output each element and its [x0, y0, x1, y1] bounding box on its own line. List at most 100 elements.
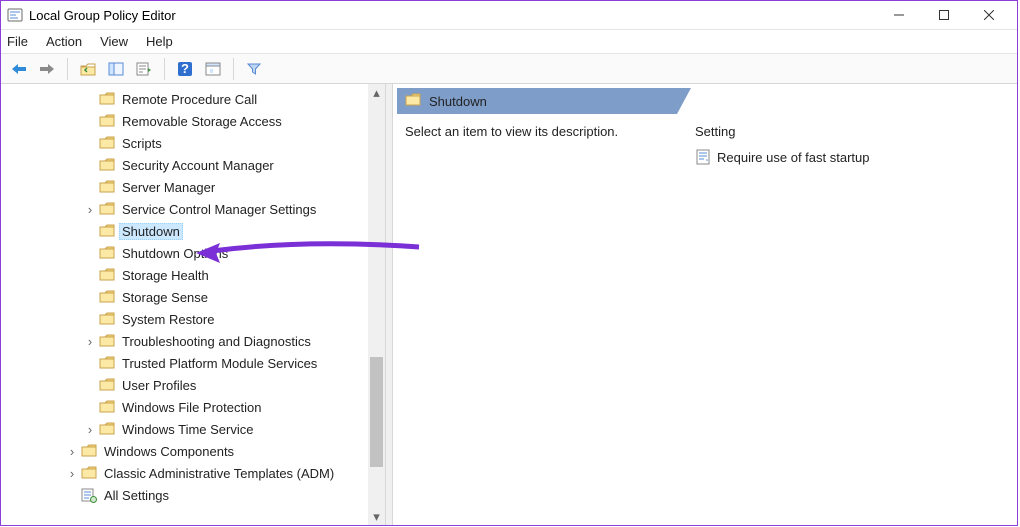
- tree-item-label: Shutdown: [119, 223, 183, 240]
- content: Remote Procedure Call Removable Storage A…: [1, 84, 1017, 525]
- expander-icon: [83, 180, 97, 194]
- folder-icon: [99, 201, 115, 217]
- folder-icon: [81, 465, 97, 481]
- folder-icon: [99, 421, 115, 437]
- toolbar-separator: [67, 58, 68, 80]
- tree-item[interactable]: System Restore: [1, 308, 385, 330]
- tree-item-label: Windows Time Service: [119, 421, 256, 438]
- expander-icon[interactable]: ›: [83, 202, 97, 216]
- tree-item-label: Classic Administrative Templates (ADM): [101, 465, 337, 482]
- expander-icon: [83, 290, 97, 304]
- expander-icon: [83, 378, 97, 392]
- menu-file[interactable]: File: [7, 34, 28, 49]
- scroll-thumb[interactable]: [370, 357, 383, 467]
- policy-icon: [695, 149, 711, 165]
- close-button[interactable]: [966, 1, 1011, 29]
- tree-item[interactable]: › Classic Administrative Templates (ADM): [1, 462, 385, 484]
- expander-icon[interactable]: ›: [83, 422, 97, 436]
- all-settings-icon: [81, 487, 97, 503]
- tree-item-label: Removable Storage Access: [119, 113, 285, 130]
- setting-label: Require use of fast startup: [717, 150, 869, 165]
- folder-icon: [99, 267, 115, 283]
- tree-item[interactable]: › Service Control Manager Settings: [1, 198, 385, 220]
- tree[interactable]: Remote Procedure Call Removable Storage A…: [1, 84, 385, 506]
- tree-item[interactable]: Windows File Protection: [1, 396, 385, 418]
- toolbar-separator: [164, 58, 165, 80]
- scroll-down-arrow[interactable]: ▾: [368, 508, 385, 525]
- properties-button[interactable]: [201, 57, 225, 81]
- tree-item[interactable]: All Settings: [1, 484, 385, 506]
- expander-icon: [83, 92, 97, 106]
- tree-item[interactable]: Trusted Platform Module Services: [1, 352, 385, 374]
- tree-item[interactable]: › Windows Time Service: [1, 418, 385, 440]
- setting-item[interactable]: Require use of fast startup: [695, 146, 1005, 168]
- toolbar: ?: [1, 54, 1017, 84]
- scroll-up-arrow[interactable]: ▴: [368, 84, 385, 101]
- tree-item-label: Remote Procedure Call: [119, 91, 260, 108]
- tree-pane: Remote Procedure Call Removable Storage A…: [1, 84, 385, 525]
- tree-scrollbar[interactable]: ▴ ▾: [368, 84, 385, 525]
- tree-item-label: Storage Sense: [119, 289, 211, 306]
- tree-item[interactable]: Storage Health: [1, 264, 385, 286]
- settings-column-header[interactable]: Setting: [695, 124, 1005, 146]
- folder-icon: [99, 113, 115, 129]
- expander-icon[interactable]: ›: [83, 334, 97, 348]
- tree-item[interactable]: Shutdown Options: [1, 242, 385, 264]
- app-icon: [7, 7, 23, 23]
- filter-button[interactable]: [242, 57, 266, 81]
- expander-icon: [83, 312, 97, 326]
- detail-heading: Shutdown: [397, 88, 677, 114]
- folder-icon: [99, 333, 115, 349]
- settings-list: Setting Require use of fast startup: [695, 124, 1005, 525]
- tree-item-label: Windows Components: [101, 443, 237, 460]
- tree-item[interactable]: Scripts: [1, 132, 385, 154]
- folder-icon: [99, 245, 115, 261]
- expander-icon[interactable]: ›: [65, 444, 79, 458]
- tree-item[interactable]: User Profiles: [1, 374, 385, 396]
- show-hide-tree-button[interactable]: [104, 57, 128, 81]
- expander-icon[interactable]: ›: [65, 466, 79, 480]
- folder-icon: [99, 157, 115, 173]
- tree-item[interactable]: Server Manager: [1, 176, 385, 198]
- tree-item-label: Shutdown Options: [119, 245, 231, 262]
- folder-icon: [99, 377, 115, 393]
- splitter[interactable]: [385, 84, 393, 525]
- maximize-button[interactable]: [921, 1, 966, 29]
- tree-item-label: User Profiles: [119, 377, 199, 394]
- menubar: File Action View Help: [1, 30, 1017, 54]
- scroll-track[interactable]: [368, 101, 385, 508]
- folder-icon: [99, 399, 115, 415]
- svg-text:?: ?: [181, 61, 189, 76]
- tree-item[interactable]: Shutdown: [1, 220, 385, 242]
- expander-icon: [83, 246, 97, 260]
- tree-item[interactable]: Storage Sense: [1, 286, 385, 308]
- expander-icon: [83, 136, 97, 150]
- tree-item[interactable]: Removable Storage Access: [1, 110, 385, 132]
- folder-icon: [99, 311, 115, 327]
- folder-icon: [81, 443, 97, 459]
- help-button[interactable]: ?: [173, 57, 197, 81]
- tree-item[interactable]: › Troubleshooting and Diagnostics: [1, 330, 385, 352]
- expander-icon: [83, 400, 97, 414]
- menu-action[interactable]: Action: [46, 34, 82, 49]
- menu-help[interactable]: Help: [146, 34, 173, 49]
- tree-item-label: Troubleshooting and Diagnostics: [119, 333, 314, 350]
- detail-heading-label: Shutdown: [429, 94, 487, 109]
- expander-icon: [65, 488, 79, 502]
- folder-icon: [99, 91, 115, 107]
- tree-item[interactable]: › Windows Components: [1, 440, 385, 462]
- tree-item[interactable]: Security Account Manager: [1, 154, 385, 176]
- menu-view[interactable]: View: [100, 34, 128, 49]
- back-button[interactable]: [7, 57, 31, 81]
- tree-item[interactable]: Remote Procedure Call: [1, 88, 385, 110]
- window: Local Group Policy Editor File Action Vi…: [0, 0, 1018, 526]
- forward-button[interactable]: [35, 57, 59, 81]
- expander-icon: [83, 356, 97, 370]
- up-folder-button[interactable]: [76, 57, 100, 81]
- tree-item-label: Security Account Manager: [119, 157, 277, 174]
- expander-icon: [83, 268, 97, 282]
- expander-icon: [83, 224, 97, 238]
- tree-item-label: Service Control Manager Settings: [119, 201, 319, 218]
- minimize-button[interactable]: [876, 1, 921, 29]
- export-list-button[interactable]: [132, 57, 156, 81]
